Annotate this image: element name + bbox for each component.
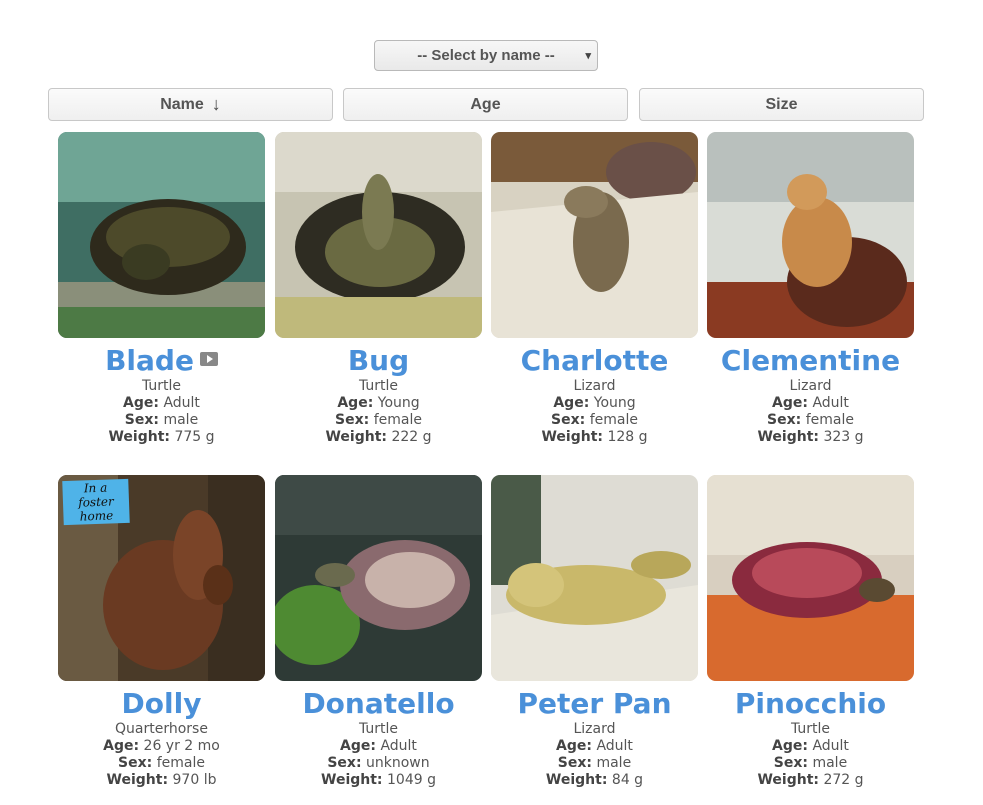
animal-card-blade[interactable]: Blade Turtle Age: Adult Sex: male Weight… — [58, 132, 265, 446]
animal-sex: Sex: male — [124, 412, 199, 428]
animal-name[interactable]: Dolly — [122, 687, 202, 720]
animal-age: Age: Adult — [340, 738, 417, 754]
animal-sex: Sex: female — [118, 755, 205, 771]
animal-weight: Weight: 775 g — [108, 429, 215, 445]
animal-weight: Weight: 323 g — [757, 429, 864, 445]
animal-age: Age: Young — [337, 395, 420, 411]
animal-age: Age: Adult — [772, 738, 849, 754]
animal-species: Turtle — [790, 721, 831, 737]
animal-photo[interactable] — [275, 475, 482, 681]
animal-card-dolly[interactable]: In a foster home Dolly Quarterhorse Age:… — [58, 475, 265, 789]
animal-sex: Sex: male — [557, 755, 632, 771]
animal-weight: Weight: 84 g — [545, 772, 644, 788]
animal-sex: Sex: male — [773, 755, 848, 771]
animal-name[interactable]: Blade — [105, 344, 194, 377]
sort-size-label: Size — [765, 95, 798, 113]
sort-by-name-button[interactable]: Name ↓ — [48, 88, 333, 121]
animal-card-peter-pan[interactable]: Peter Pan Lizard Age: Adult Sex: male We… — [491, 475, 698, 789]
animal-card-donatello[interactable]: Donatello Turtle Age: Adult Sex: unknown… — [275, 475, 482, 789]
animal-name[interactable]: Bug — [348, 344, 409, 377]
chevron-down-icon: ▾ — [585, 50, 591, 62]
animal-weight: Weight: 272 g — [757, 772, 864, 788]
animal-age: Age: Adult — [123, 395, 200, 411]
animal-photo[interactable] — [58, 132, 265, 338]
animal-sex: Sex: unknown — [327, 755, 430, 771]
animal-photo[interactable]: In a foster home — [58, 475, 265, 681]
animal-weight: Weight: 970 lb — [106, 772, 217, 788]
animal-species: Turtle — [141, 378, 182, 394]
sort-by-size-button[interactable]: Size — [639, 88, 924, 121]
animal-card-bug[interactable]: Bug Turtle Age: Young Sex: female Weight… — [275, 132, 482, 446]
sort-name-label: Name — [160, 95, 204, 113]
animal-species: Lizard — [573, 721, 616, 737]
animal-species: Lizard — [573, 378, 616, 394]
animal-name[interactable]: Donatello — [302, 687, 454, 720]
animal-age: Age: 26 yr 2 mo — [103, 738, 220, 754]
animal-sex: Sex: female — [335, 412, 422, 428]
animal-card-clementine[interactable]: Clementine Lizard Age: Adult Sex: female… — [707, 132, 914, 446]
animal-photo[interactable] — [491, 132, 698, 338]
sort-age-label: Age — [470, 95, 501, 113]
select-label: -- Select by name -- — [417, 47, 555, 64]
animal-weight: Weight: 1049 g — [321, 772, 436, 788]
animal-name[interactable]: Charlotte — [521, 344, 669, 377]
animal-name[interactable]: Clementine — [721, 344, 900, 377]
animal-card-charlotte[interactable]: Charlotte Lizard Age: Young Sex: female … — [491, 132, 698, 446]
animal-photo[interactable] — [707, 132, 914, 338]
arrow-down-icon: ↓ — [211, 94, 221, 114]
animal-weight: Weight: 222 g — [325, 429, 432, 445]
animal-age: Age: Young — [553, 395, 636, 411]
animal-age: Age: Adult — [556, 738, 633, 754]
animal-species: Turtle — [358, 721, 399, 737]
sort-by-age-button[interactable]: Age — [343, 88, 628, 121]
animal-sex: Sex: female — [767, 412, 854, 428]
animal-name[interactable]: Pinocchio — [735, 687, 886, 720]
foster-home-badge: In a foster home — [62, 478, 130, 526]
animal-card-pinocchio[interactable]: Pinocchio Turtle Age: Adult Sex: male We… — [707, 475, 914, 789]
select-by-name-dropdown[interactable]: -- Select by name -- ▾ — [374, 40, 598, 71]
video-icon[interactable] — [199, 352, 218, 366]
animal-photo[interactable] — [707, 475, 914, 681]
animal-sex: Sex: female — [551, 412, 638, 428]
animal-species: Turtle — [358, 378, 399, 394]
animal-species: Quarterhorse — [115, 721, 208, 737]
animal-species: Lizard — [789, 378, 832, 394]
animal-weight: Weight: 128 g — [541, 429, 648, 445]
animal-name[interactable]: Peter Pan — [517, 687, 671, 720]
animal-age: Age: Adult — [772, 395, 849, 411]
animal-photo[interactable] — [275, 132, 482, 338]
animal-photo[interactable] — [491, 475, 698, 681]
